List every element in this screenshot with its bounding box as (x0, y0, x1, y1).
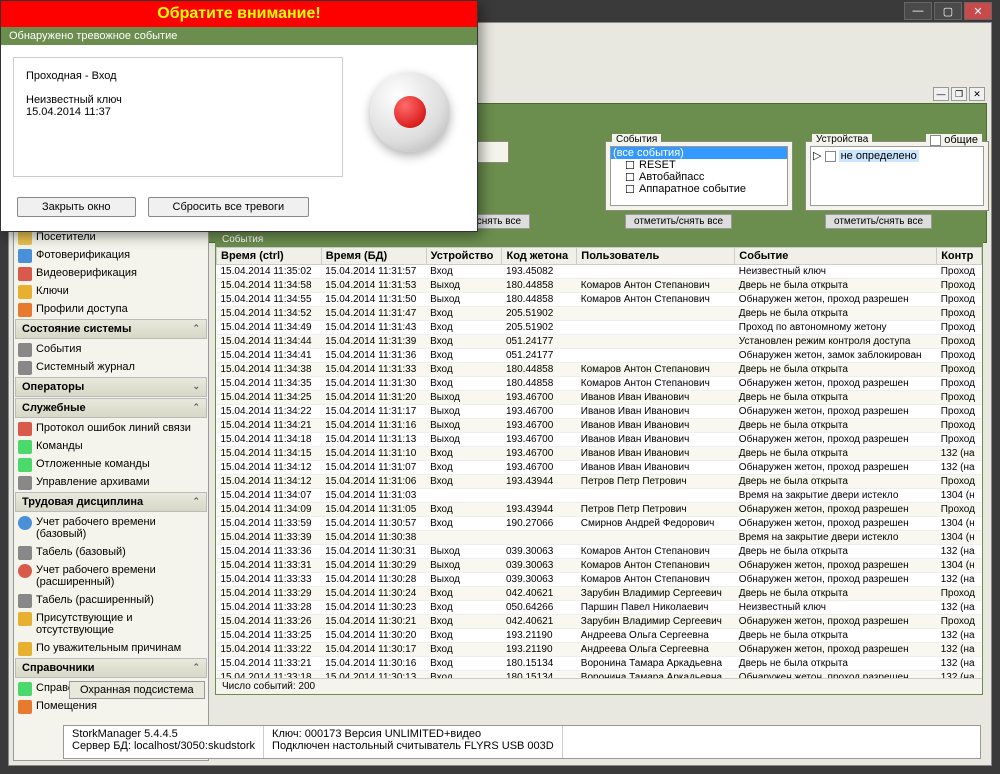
sidebar-item[interactable]: Системный журнал (14, 358, 208, 376)
events-panel: События Время (ctrl)Время (БД)Устройство… (215, 231, 983, 695)
alert-reset-button[interactable]: Сбросить все тревоги (148, 197, 310, 217)
sidebar-item[interactable]: Протокол ошибок линий связи (14, 419, 208, 437)
sidebar-group[interactable]: Состояние системы⌃ (15, 319, 207, 339)
table-row[interactable]: 15.04.2014 11:34:4115.04.2014 11:31:36Вх… (217, 349, 982, 363)
filter-devices: Устройства общие ▷ не определено (805, 141, 989, 211)
sidebar-item[interactable]: События (14, 340, 208, 358)
table-row[interactable]: 15.04.2014 11:33:3115.04.2014 11:30:29Вы… (217, 559, 982, 573)
table-row[interactable]: 15.04.2014 11:34:1515.04.2014 11:31:10Вх… (217, 447, 982, 461)
events-table: Время (ctrl)Время (БД)УстройствоКод жето… (216, 247, 982, 678)
table-row[interactable]: 15.04.2014 11:33:2515.04.2014 11:30:20Вх… (217, 629, 982, 643)
sidebar-item[interactable]: Табель (расширенный) (14, 591, 208, 609)
toggle-all-3[interactable]: отметить/снять все (825, 214, 932, 229)
table-row[interactable]: 15.04.2014 11:33:2615.04.2014 11:30:21Вх… (217, 615, 982, 629)
sidebar-item[interactable]: Присутствующие и отсутствующие (14, 609, 208, 639)
table-row[interactable]: 15.04.2014 11:34:0715.04.2014 11:31:03Вр… (217, 489, 982, 503)
maximize-button[interactable]: ▢ (934, 2, 962, 20)
alert-dialog: Обратите внимание! Обнаружено тревожное … (0, 0, 478, 232)
events-table-scroll[interactable]: Время (ctrl)Время (БД)УстройствоКод жето… (216, 247, 982, 678)
status-server: Сервер БД: localhost/3050:skudstork (72, 740, 255, 752)
table-row[interactable]: 15.04.2014 11:35:0215.04.2014 11:31:57Вх… (217, 265, 982, 279)
filter-events: События (все события) RESET Автобайпасс … (605, 141, 793, 211)
table-row[interactable]: 15.04.2014 11:34:2115.04.2014 11:31:16Вы… (217, 419, 982, 433)
devices-tree[interactable]: ▷ не определено (810, 146, 984, 206)
inner-minimize[interactable]: — (933, 87, 949, 101)
table-row[interactable]: 15.04.2014 11:34:1215.04.2014 11:31:07Вх… (217, 461, 982, 475)
column-header[interactable]: Время (ctrl) (217, 248, 322, 265)
column-header[interactable]: Пользователь (577, 248, 735, 265)
table-row[interactable]: 15.04.2014 11:34:5215.04.2014 11:31:47Вх… (217, 307, 982, 321)
table-row[interactable]: 15.04.2014 11:34:4915.04.2014 11:31:43Вх… (217, 321, 982, 335)
table-row[interactable]: 15.04.2014 11:34:2215.04.2014 11:31:17Вы… (217, 405, 982, 419)
sidebar-item[interactable]: Ключи (14, 282, 208, 300)
alert-message: Проходная - Вход Неизвестный ключ 15.04.… (13, 57, 343, 177)
table-row[interactable]: 15.04.2014 11:33:2815.04.2014 11:30:23Вх… (217, 601, 982, 615)
sidebar-group[interactable]: Справочники⌃ (15, 658, 207, 678)
inner-restore[interactable]: ❐ (951, 87, 967, 101)
filter-events-title: События (612, 134, 661, 145)
chevron-up-icon: ⌃ (192, 662, 200, 674)
chevron-up-icon: ⌃ (192, 323, 200, 335)
event-count: Число событий: 200 (216, 678, 982, 694)
table-row[interactable]: 15.04.2014 11:34:1815.04.2014 11:31:13Вы… (217, 433, 982, 447)
sidebar-item[interactable]: Учет рабочего времени (расширенный) (14, 561, 208, 591)
column-header[interactable]: Время (БД) (321, 248, 426, 265)
inner-close[interactable]: ✕ (969, 87, 985, 101)
column-header[interactable]: Код жетона (502, 248, 577, 265)
table-row[interactable]: 15.04.2014 11:33:2215.04.2014 11:30:17Вх… (217, 643, 982, 657)
status-app: StorkManager 5.4.4.5 (72, 728, 255, 740)
sidebar-item[interactable]: Учет рабочего времени (базовый) (14, 513, 208, 543)
sidebar-item[interactable]: Фотоверификация (14, 246, 208, 264)
table-row[interactable]: 15.04.2014 11:34:3815.04.2014 11:31:33Вх… (217, 363, 982, 377)
column-header[interactable]: Устройство (426, 248, 502, 265)
table-row[interactable]: 15.04.2014 11:33:3915.04.2014 11:30:38Вр… (217, 531, 982, 545)
table-row[interactable]: 15.04.2014 11:33:1815.04.2014 11:30:13Вх… (217, 671, 982, 679)
minimize-button[interactable]: — (904, 2, 932, 20)
table-row[interactable]: 15.04.2014 11:34:5815.04.2014 11:31:53Вы… (217, 279, 982, 293)
sidebar-item[interactable]: Управление архивами (14, 473, 208, 491)
table-row[interactable]: 15.04.2014 11:34:2515.04.2014 11:31:20Вы… (217, 391, 982, 405)
table-row[interactable]: 15.04.2014 11:34:5515.04.2014 11:31:50Вы… (217, 293, 982, 307)
alert-subtitle: Обнаружено тревожное событие (1, 27, 477, 45)
sidebar-group[interactable]: Служебные⌃ (15, 398, 207, 418)
table-row[interactable]: 15.04.2014 11:33:5915.04.2014 11:30:57Вх… (217, 517, 982, 531)
sidebar-item[interactable]: Отложенные команды (14, 455, 208, 473)
table-row[interactable]: 15.04.2014 11:33:2115.04.2014 11:30:16Вх… (217, 657, 982, 671)
sidebar-group[interactable]: Операторы⌄ (15, 377, 207, 397)
table-row[interactable]: 15.04.2014 11:34:0915.04.2014 11:31:05Вх… (217, 503, 982, 517)
table-row[interactable]: 15.04.2014 11:33:2915.04.2014 11:30:24Вх… (217, 587, 982, 601)
table-row[interactable]: 15.04.2014 11:33:3315.04.2014 11:30:28Вы… (217, 573, 982, 587)
sidebar-item[interactable]: Табель (базовый) (14, 543, 208, 561)
alert-title: Обратите внимание! (1, 1, 477, 27)
chevron-up-icon: ⌃ (192, 496, 200, 508)
sidebar-item[interactable]: Видеоверификация (14, 264, 208, 282)
close-button[interactable]: ✕ (964, 2, 992, 20)
status-key: Ключ: 000173 Версия UNLIMITED+видео (272, 728, 554, 740)
filter-devices-title: Устройства (812, 134, 872, 145)
table-row[interactable]: 15.04.2014 11:34:1215.04.2014 11:31:06Вх… (217, 475, 982, 489)
events-panel-title: События (216, 232, 982, 247)
sidebar-group[interactable]: Трудовая дисциплина⌃ (15, 492, 207, 512)
chevron-down-icon: ⌄ (192, 381, 200, 393)
status-reader: Подключен настольный считыватель FLYRS U… (272, 740, 554, 752)
column-header[interactable]: Контр (937, 248, 982, 265)
sidebar-item[interactable]: Помещения (14, 697, 208, 715)
events-listbox[interactable]: (все события) RESET Автобайпасс Аппаратн… (610, 146, 788, 206)
status-bar: StorkManager 5.4.4.5 Сервер БД: localhos… (63, 725, 981, 759)
table-row[interactable]: 15.04.2014 11:33:3615.04.2014 11:30:31Вы… (217, 545, 982, 559)
column-header[interactable]: Событие (735, 248, 937, 265)
alert-close-button[interactable]: Закрыть окно (17, 197, 136, 217)
sidebar-item[interactable]: Команды (14, 437, 208, 455)
common-checkbox[interactable] (930, 135, 941, 146)
table-row[interactable]: 15.04.2014 11:34:3515.04.2014 11:31:30Вх… (217, 377, 982, 391)
sidebar-item[interactable]: Профили доступа (14, 300, 208, 318)
alarm-icon (370, 72, 450, 152)
sidebar-item[interactable]: По уважительным причинам (14, 639, 208, 657)
table-row[interactable]: 15.04.2014 11:34:4415.04.2014 11:31:39Вх… (217, 335, 982, 349)
security-subsystem-button[interactable]: Охранная подсистема (69, 681, 205, 699)
chevron-up-icon: ⌃ (192, 402, 200, 414)
toggle-all-2[interactable]: отметить/снять все (625, 214, 732, 229)
